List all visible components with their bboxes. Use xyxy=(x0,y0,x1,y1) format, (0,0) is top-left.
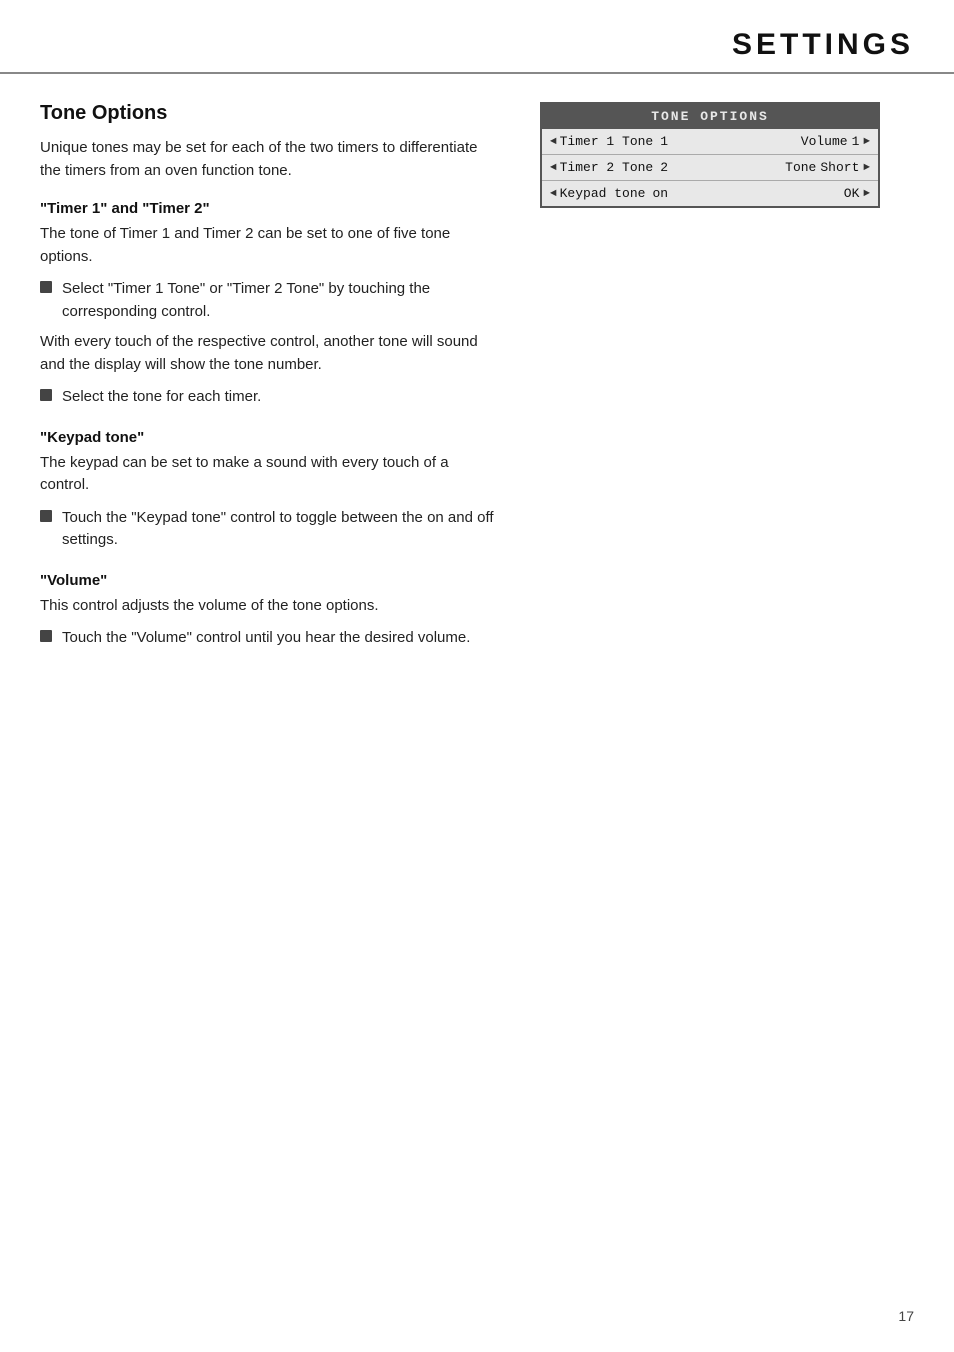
arrow-right-timer2[interactable]: ► xyxy=(863,162,870,174)
page-number: 17 xyxy=(898,1308,914,1324)
section-intro: Unique tones may be set for each of the … xyxy=(40,137,500,182)
keypad-subvalue: OK xyxy=(844,186,860,201)
subsection-volume-title: "Volume" xyxy=(40,572,500,589)
arrow-left-keypad[interactable]: ◄ xyxy=(550,188,557,200)
subsection-timer-tones: "Timer 1" and "Timer 2" The tone of Time… xyxy=(40,200,500,409)
timer2-subvalue: Short xyxy=(820,160,859,175)
subsection-timer-tones-extra: With every touch of the respective contr… xyxy=(40,331,500,376)
bullet-text: Select "Timer 1 Tone" or "Timer 2 Tone" … xyxy=(62,278,500,323)
row-right-timer1: Volume 1 ► xyxy=(801,134,870,149)
bullet-item: Select "Timer 1 Tone" or "Timer 2 Tone" … xyxy=(40,278,500,323)
tone-panel-row-keypad[interactable]: ◄ Keypad tone on OK ► xyxy=(542,181,878,206)
subsection-volume-body: This control adjusts the volume of the t… xyxy=(40,595,500,618)
row-right-timer2: Tone Short ► xyxy=(785,160,870,175)
arrow-left-timer2[interactable]: ◄ xyxy=(550,162,557,174)
tone-panel-row-timer1[interactable]: ◄ Timer 1 Tone 1 Volume 1 ► xyxy=(542,129,878,155)
left-column: Tone Options Unique tones may be set for… xyxy=(40,102,500,670)
timer1-value: 1 xyxy=(660,134,668,149)
bullet-item: Select the tone for each timer. xyxy=(40,386,500,409)
row-right-keypad: OK ► xyxy=(840,186,870,201)
arrow-right-keypad[interactable]: ► xyxy=(863,188,870,200)
row-left-timer1: ◄ Timer 1 Tone 1 xyxy=(550,134,690,149)
tone-panel-row-timer2[interactable]: ◄ Timer 2 Tone 2 Tone Short ► xyxy=(542,155,878,181)
bullet-text: Touch the "Volume" control until you hea… xyxy=(62,627,500,650)
section-heading: Tone Options xyxy=(40,102,500,125)
right-column: TONE OPTIONS ◄ Timer 1 Tone 1 Volume 1 ►… xyxy=(540,102,900,670)
subsection-keypad-tone-body: The keypad can be set to make a sound wi… xyxy=(40,452,500,497)
bullet-icon xyxy=(40,281,52,293)
row-left-keypad: ◄ Keypad tone on xyxy=(550,186,690,201)
keypad-value: on xyxy=(652,186,668,201)
tone-panel-header: TONE OPTIONS xyxy=(542,104,878,129)
bullet-text: Select the tone for each timer. xyxy=(62,386,500,409)
bullet-item: Touch the "Volume" control until you hea… xyxy=(40,627,500,650)
content-area: Tone Options Unique tones may be set for… xyxy=(0,74,954,710)
subsection-timer-tones-title: "Timer 1" and "Timer 2" xyxy=(40,200,500,217)
page-header: SETTINGS xyxy=(0,0,954,74)
timer2-sublabel: Tone xyxy=(785,160,816,175)
bullet-icon xyxy=(40,630,52,642)
subsection-timer-tones-body: The tone of Timer 1 and Timer 2 can be s… xyxy=(40,223,500,268)
bullet-icon xyxy=(40,510,52,522)
page-title: SETTINGS xyxy=(732,28,914,61)
arrow-left-timer1[interactable]: ◄ xyxy=(550,136,557,148)
row-left-timer2: ◄ Timer 2 Tone 2 xyxy=(550,160,690,175)
bullet-icon xyxy=(40,389,52,401)
subsection-volume: "Volume" This control adjusts the volume… xyxy=(40,572,500,650)
timer1-label: Timer 1 Tone xyxy=(560,134,654,149)
timer2-label: Timer 2 Tone xyxy=(560,160,654,175)
keypad-label: Keypad tone xyxy=(560,186,646,201)
bullet-text: Touch the "Keypad tone" control to toggl… xyxy=(62,507,500,552)
subsection-keypad-tone-title: "Keypad tone" xyxy=(40,429,500,446)
arrow-right-timer1[interactable]: ► xyxy=(863,136,870,148)
bullet-item: Touch the "Keypad tone" control to toggl… xyxy=(40,507,500,552)
timer1-sublabel: Volume xyxy=(801,134,848,149)
timer2-value: 2 xyxy=(660,160,668,175)
tone-options-panel: TONE OPTIONS ◄ Timer 1 Tone 1 Volume 1 ►… xyxy=(540,102,880,208)
subsection-keypad-tone: "Keypad tone" The keypad can be set to m… xyxy=(40,429,500,552)
timer1-subvalue: 1 xyxy=(852,134,860,149)
